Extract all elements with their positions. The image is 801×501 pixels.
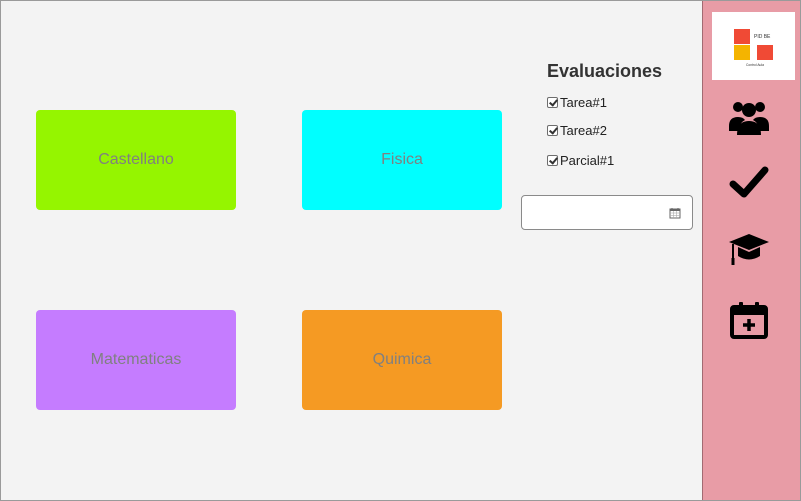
sidebar: PID BE Control Aula — [702, 1, 800, 500]
logo-top-text: PID BE — [754, 34, 771, 40]
calendar-plus-icon[interactable] — [727, 299, 771, 343]
evaluation-item-parcial-1[interactable]: Parcial#1 — [547, 153, 614, 168]
subject-card-matematicas[interactable]: Matematicas — [36, 310, 236, 410]
evaluaciones-title: Evaluaciones — [547, 61, 663, 81]
checkbox-tarea-2[interactable] — [547, 125, 558, 136]
subject-label-matematicas: Matematicas — [90, 351, 182, 368]
checkbox-parcial-1[interactable] — [547, 155, 558, 166]
date-picker-input[interactable] — [521, 195, 693, 230]
calendar-icon[interactable] — [669, 207, 681, 219]
subject-label-quimica: Quimica — [372, 351, 432, 368]
evaluation-label-parcial-1: Parcial#1 — [560, 153, 615, 168]
checkbox-tarea-1[interactable] — [547, 97, 558, 108]
app-logo: PID BE Control Aula — [712, 12, 795, 80]
subject-card-quimica[interactable]: Quimica — [302, 310, 502, 410]
check-icon[interactable] — [727, 161, 771, 205]
subject-label-castellano: Castellano — [98, 151, 174, 168]
users-icon[interactable] — [727, 95, 771, 139]
evaluation-item-tarea-2[interactable]: Tarea#2 — [547, 123, 607, 138]
subject-card-fisica[interactable]: Fisica — [302, 110, 502, 210]
app-window: Castellano Fisica Matematicas Quimica Ev… — [0, 0, 801, 501]
logo-icon: PID BE Control Aula — [734, 29, 773, 67]
logo-bottom-text: Control Aula — [746, 63, 764, 67]
evaluation-label-tarea-1: Tarea#1 — [560, 95, 607, 110]
subject-card-castellano[interactable]: Castellano — [36, 110, 236, 210]
subject-label-fisica: Fisica — [381, 151, 423, 168]
evaluation-item-tarea-1[interactable]: Tarea#1 — [547, 95, 607, 110]
main-area: Castellano Fisica Matematicas Quimica Ev… — [1, 1, 701, 500]
evaluation-label-tarea-2: Tarea#2 — [560, 123, 607, 138]
graduation-cap-icon[interactable] — [727, 227, 771, 271]
